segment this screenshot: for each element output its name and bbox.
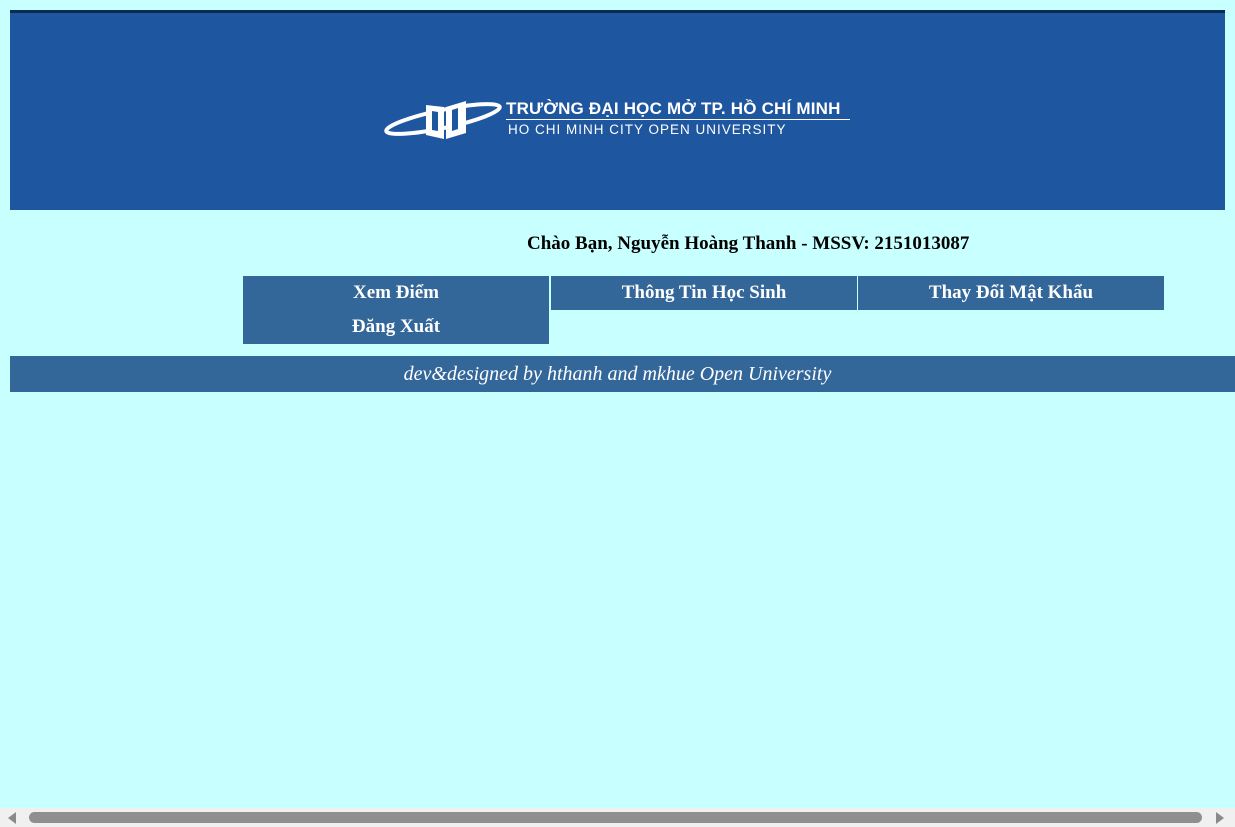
book-orbit-icon (384, 101, 502, 139)
header-banner: TRƯỜNG ĐẠI HỌC MỞ TP. HỒ CHÍ MINH HO CHI… (10, 10, 1225, 210)
logo-university-name: TRƯỜNG ĐẠI HỌC MỞ TP. HỒ CHÍ MINH (506, 99, 841, 118)
change-password-button[interactable]: Thay Đổi Mật Khẩu (858, 276, 1164, 310)
university-logo: TRƯỜNG ĐẠI HỌC MỞ TP. HỒ CHÍ MINH HO CHI… (382, 95, 862, 145)
horizontal-scrollbar[interactable] (0, 808, 1235, 827)
main-nav: Xem Điểm Thông Tin Học Sinh Thay Đổi Mật… (243, 276, 1164, 344)
student-info-button[interactable]: Thông Tin Học Sinh (551, 276, 857, 310)
logo-divider (506, 119, 850, 120)
logout-button[interactable]: Đăng Xuất (243, 310, 549, 344)
view-grades-button[interactable]: Xem Điểm (243, 276, 549, 310)
logo-university-subtitle: HO CHI MINH CITY OPEN UNIVERSITY (508, 122, 787, 137)
scrollbar-thumb[interactable] (29, 812, 1202, 823)
welcome-message: Chào Bạn, Nguyễn Hoàng Thanh - MSSV: 215… (527, 233, 970, 254)
scroll-right-icon[interactable] (1216, 812, 1224, 824)
scroll-left-icon[interactable] (8, 812, 16, 824)
footer-credits: dev&designed by hthanh and mkhue Open Un… (10, 356, 1235, 392)
